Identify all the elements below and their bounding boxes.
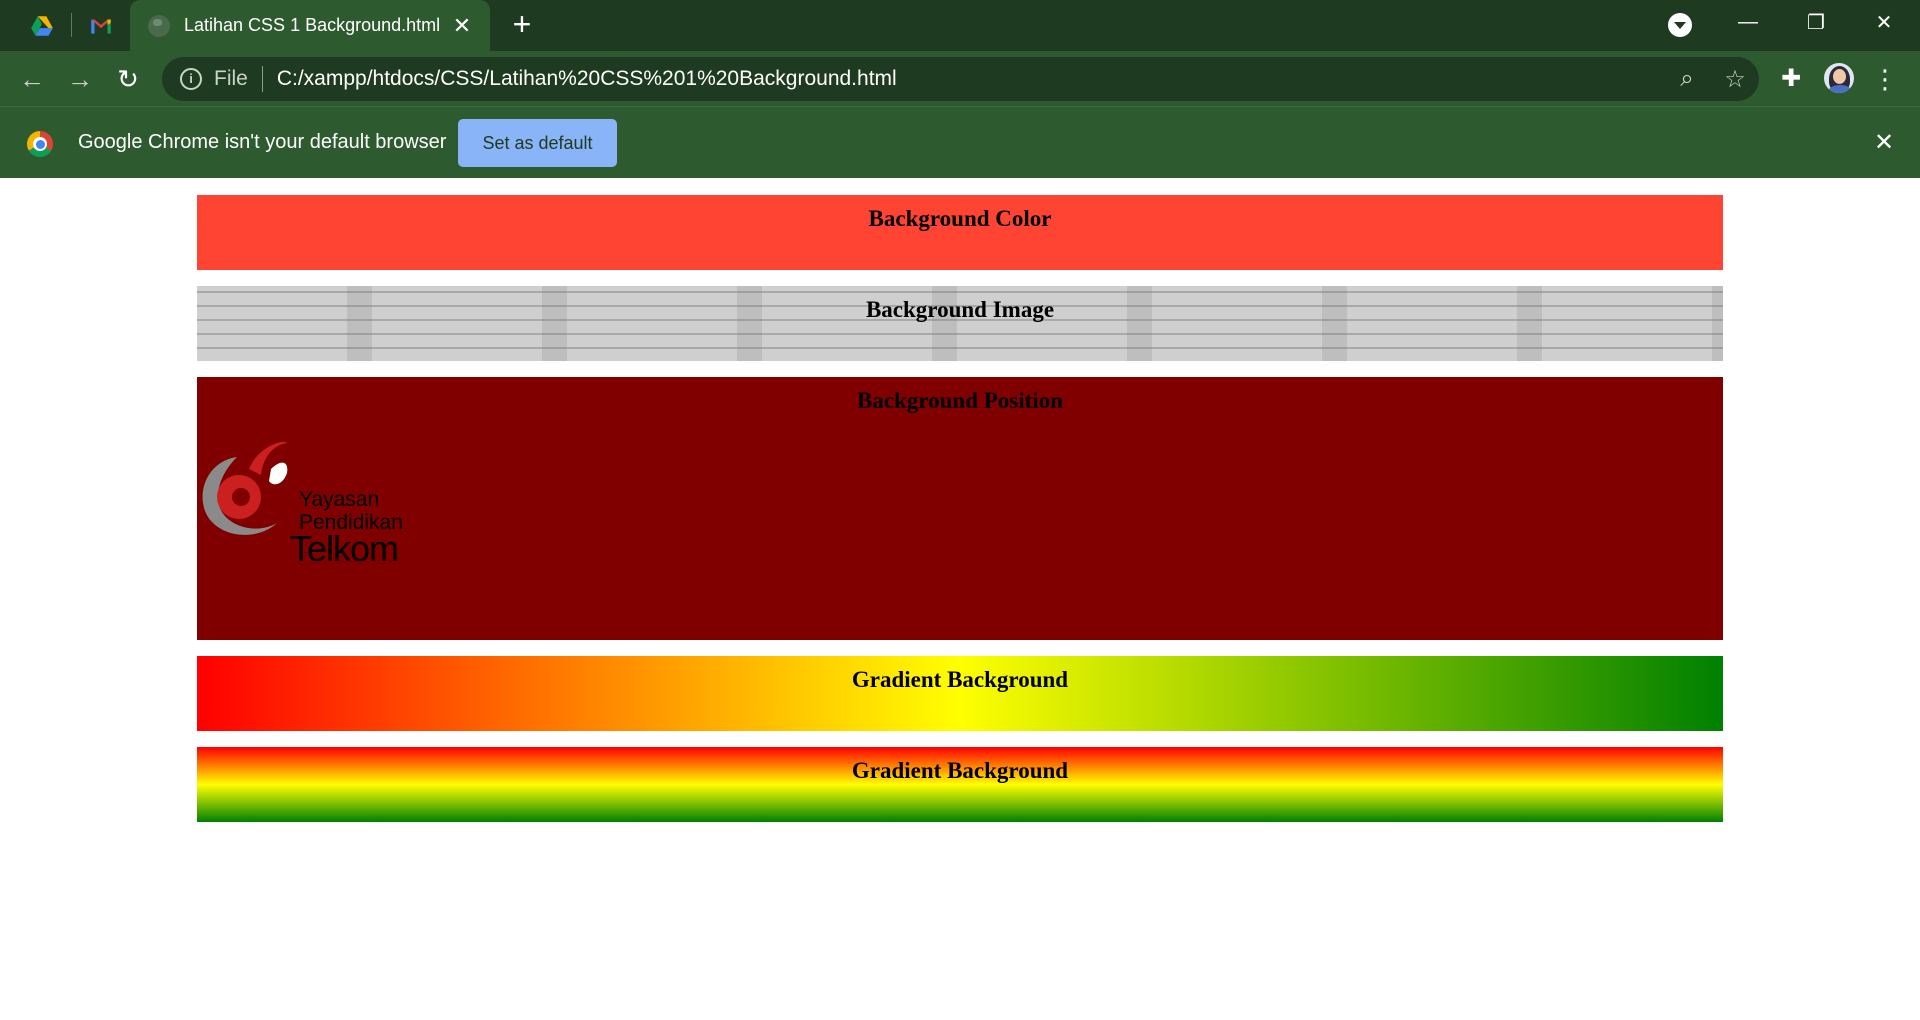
browser-toolbar: ← → ↻ i File C:/xampp/htdocs/CSS/Latihan… — [0, 51, 1920, 106]
info-icon[interactable]: i — [180, 68, 202, 90]
restore-button[interactable]: ❐ — [1782, 0, 1850, 44]
logo-line-1: Yayasan — [299, 488, 380, 511]
telkom-logo: Yayasan Pendidikan Telkom — [197, 439, 429, 581]
minimize-button[interactable]: — — [1714, 0, 1782, 44]
telkom-emblem-icon — [202, 441, 288, 535]
gmail-icon — [91, 19, 111, 34]
section-gradient-vertical: Gradient Background — [197, 747, 1723, 822]
pinned-tab-drive[interactable] — [13, 0, 71, 51]
tab-close-icon[interactable]: ✕ — [448, 13, 476, 39]
active-tab[interactable]: Latihan CSS 1 Background.html ✕ — [130, 0, 490, 51]
address-bar[interactable]: i File C:/xampp/htdocs/CSS/Latihan%20CSS… — [162, 57, 1759, 101]
star-icon[interactable]: ☆ — [1711, 57, 1759, 101]
back-icon[interactable]: ← — [13, 60, 51, 98]
avatar-face — [1833, 69, 1846, 84]
logo-line-3: Telkom — [290, 528, 399, 569]
infobar-close-icon[interactable]: ✕ — [1868, 127, 1900, 159]
chrome-logo-icon — [27, 131, 53, 157]
globe-icon — [148, 14, 170, 37]
avatar[interactable] — [1822, 61, 1856, 95]
zoom-icon[interactable]: ⌕ — [1663, 57, 1711, 101]
forward-icon[interactable]: → — [61, 60, 99, 98]
set-default-button[interactable]: Set as default — [458, 119, 617, 167]
tab-title: Latihan CSS 1 Background.html — [184, 15, 441, 35]
section-background-color: Background Color — [197, 195, 1723, 270]
omnibox-separator — [261, 66, 263, 92]
infobar-message: Google Chrome isn't your default browser — [78, 131, 447, 153]
section-heading: Gradient Background — [851, 758, 1069, 783]
section-heading: Gradient Background — [851, 667, 1069, 692]
google-drive-icon — [31, 15, 53, 36]
section-gradient-horizontal: Gradient Background — [197, 656, 1723, 731]
page-content: Background Color Background Image Backgr… — [0, 178, 1920, 1020]
section-heading: Background Position — [857, 388, 1063, 413]
extensions-icon[interactable]: ✚ — [1772, 60, 1810, 98]
pinned-tab-gmail[interactable] — [72, 0, 130, 51]
section-heading: Background Color — [868, 206, 1052, 231]
tab-strip: Latihan CSS 1 Background.html ✕ + — ❐ ✕ — [0, 0, 1920, 51]
close-window-button[interactable]: ✕ — [1850, 0, 1918, 44]
url-text[interactable]: C:/xampp/htdocs/CSS/Latihan%20CSS%201%20… — [277, 67, 1663, 91]
default-browser-infobar: Google Chrome isn't your default browser… — [0, 106, 1920, 178]
kebab-menu-icon[interactable]: ⋮ — [1870, 60, 1900, 98]
tab-search-icon[interactable] — [1668, 13, 1692, 37]
section-background-position: Background Position Yayasan Pendidikan T… — [197, 377, 1723, 640]
avatar-body — [1828, 85, 1852, 93]
section-background-image: Background Image — [197, 286, 1723, 361]
scheme-label: File — [214, 67, 248, 90]
new-tab-button[interactable]: + — [505, 8, 539, 42]
section-heading: Background Image — [865, 297, 1055, 322]
reload-icon[interactable]: ↻ — [109, 60, 147, 98]
